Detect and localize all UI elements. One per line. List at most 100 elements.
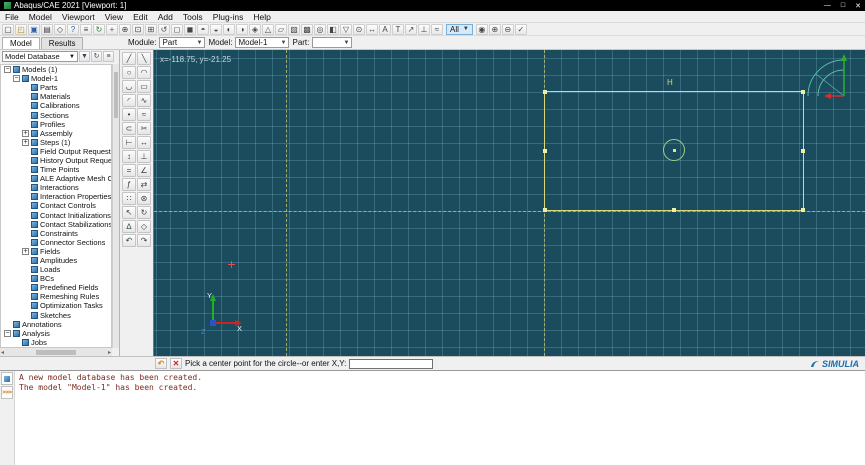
menu-item[interactable]: File	[0, 12, 24, 22]
menu-item[interactable]: Plug-ins	[208, 12, 249, 22]
tree-calibrations[interactable]: Calibrations	[1, 101, 111, 110]
tree-fields[interactable]: + Fields	[1, 247, 111, 256]
render-style-icon[interactable]: ◎	[314, 23, 326, 35]
scroll-left-icon[interactable]: ◂	[1, 349, 4, 356]
menu-item[interactable]: Edit	[128, 12, 153, 22]
tree-sections[interactable]: Sections	[1, 110, 111, 120]
midpoint-handle[interactable]	[672, 208, 676, 212]
color-code-icon[interactable]: ◧	[327, 23, 339, 35]
back-view-icon[interactable]: ◼	[184, 23, 196, 35]
trim-extend-tool[interactable]: ⊢	[122, 136, 136, 149]
arrow-annotation-icon[interactable]: ↗	[405, 23, 417, 35]
replace-displaygroup-icon[interactable]: ◉	[475, 23, 488, 35]
equal-constraint-tool[interactable]: =	[122, 164, 136, 177]
tree-expander[interactable]: +	[22, 138, 29, 146]
tree-expander[interactable]: −	[4, 329, 11, 337]
model-database-select[interactable]: Model Database ▼	[2, 51, 78, 62]
offset-tool[interactable]: ≈	[137, 108, 151, 121]
scroll-thumb[interactable]	[36, 349, 76, 355]
iso-view-icon[interactable]: ◈	[249, 23, 261, 35]
box-zoom-icon[interactable]: ⊡	[132, 23, 144, 35]
arc-center-ends-tool[interactable]: ◡	[122, 80, 136, 93]
scale-tool[interactable]: ∆	[122, 220, 136, 233]
menu-item[interactable]: Model	[24, 12, 57, 22]
part-select[interactable]: ▼	[312, 37, 353, 48]
midpoint-handle[interactable]	[543, 149, 547, 153]
point-tool[interactable]: •	[122, 108, 136, 121]
prompt-cancel-button[interactable]: ✕	[170, 358, 182, 369]
tree-expander[interactable]: −	[4, 66, 11, 74]
vertex-handle[interactable]	[801, 208, 805, 212]
tree-model-1[interactable]: − Model-1	[1, 74, 111, 83]
radial-pattern-tool[interactable]: ⊛	[137, 192, 151, 205]
rotate-view-icon[interactable]: ↻	[93, 23, 105, 35]
measure-icon[interactable]: ↔	[366, 23, 378, 35]
tab-model[interactable]: Model	[2, 37, 40, 49]
tree-horizontal-scrollbar[interactable]: ◂ ▸	[0, 348, 112, 356]
tree-predefined-fields[interactable]: Predefined Fields	[1, 283, 111, 292]
pan-view-icon[interactable]: +	[106, 23, 118, 35]
linear-pattern-tool[interactable]: ∷	[122, 192, 136, 205]
save-model-icon[interactable]: ▣	[28, 23, 40, 35]
tree-loads[interactable]: Loads	[1, 265, 111, 274]
tree-materials[interactable]: Materials	[1, 92, 111, 101]
intersect-displaygroup-icon[interactable]: ✓	[514, 23, 527, 35]
right-view-icon[interactable]: ◑	[236, 23, 248, 35]
fillet-tool[interactable]: ◜	[122, 94, 136, 107]
tree-analysis[interactable]: − Analysis	[1, 329, 111, 338]
tab-results[interactable]: Results	[40, 37, 84, 49]
circle-tool[interactable]: ○	[122, 66, 136, 79]
macro-manager-icon[interactable]: ≡	[80, 23, 92, 35]
annotation-icon[interactable]: A	[379, 23, 391, 35]
undo-tool[interactable]: ↶	[122, 234, 136, 247]
constraint-tool[interactable]: ⊥	[137, 150, 151, 163]
construction-line-tool[interactable]: ╲	[137, 52, 151, 65]
tree-refresh-icon[interactable]: ↻	[91, 51, 102, 62]
tree-contact-stabilizations[interactable]: Contact Stabilizations	[1, 220, 111, 229]
tree-assembly[interactable]: + Assembly	[1, 129, 111, 138]
module-select[interactable]: Part ▼	[159, 37, 206, 48]
menu-item[interactable]: View	[100, 12, 128, 22]
tree-annotations[interactable]: Annotations	[1, 320, 111, 329]
session-objects-icon[interactable]: ◇	[54, 23, 66, 35]
translate-tool[interactable]: ↖	[122, 206, 136, 219]
tree-profiles[interactable]: Profiles	[1, 120, 111, 129]
front-view-icon[interactable]: ◻	[171, 23, 183, 35]
command-line-tab[interactable]: >>>	[1, 386, 13, 399]
add-displaygroup-icon[interactable]: ⊕	[488, 23, 501, 35]
tree-history-output-requests[interactable]: History Output Requests	[1, 156, 111, 165]
tree-amplitudes[interactable]: Amplitudes	[1, 256, 111, 265]
dimension-tool[interactable]: ↔	[137, 136, 151, 149]
line-tool[interactable]: ╱	[122, 52, 136, 65]
left-view-icon[interactable]: ◐	[223, 23, 235, 35]
menu-item[interactable]: Viewport	[57, 12, 100, 22]
coordinate-system-icon[interactable]: ⊥	[418, 23, 430, 35]
tree-jobs[interactable]: Jobs	[1, 338, 111, 347]
magnify-view-icon[interactable]: ⊕	[119, 23, 131, 35]
auto-fit-icon[interactable]: ⊞	[145, 23, 157, 35]
tree-expander[interactable]: +	[22, 247, 29, 255]
tree-expander[interactable]: −	[13, 75, 20, 83]
angle-constraint-tool[interactable]: ∠	[137, 164, 151, 177]
tree-bcs[interactable]: BCs	[1, 274, 111, 283]
tree-expander[interactable]: +	[22, 129, 29, 137]
tree-ale-adaptive-mesh-constraints[interactable]: ALE Adaptive Mesh Constraint	[1, 174, 111, 183]
tree-interactions[interactable]: Interactions	[1, 183, 111, 192]
tree-interaction-properties[interactable]: Interaction Properties	[1, 192, 111, 201]
print-icon[interactable]: ▤	[41, 23, 53, 35]
rectangle-tool[interactable]: ▭	[137, 80, 151, 93]
menu-item[interactable]: Add	[153, 12, 178, 22]
tree-options-icon[interactable]: ≡	[103, 51, 114, 62]
auto-trim-tool[interactable]: ✂	[137, 122, 151, 135]
query-info-icon[interactable]: ?	[67, 23, 79, 35]
open-model-icon[interactable]: ◰	[15, 23, 27, 35]
drag-entities-tool[interactable]: ◇	[137, 220, 151, 233]
new-model-icon[interactable]: ▢	[2, 23, 14, 35]
edit-dimension-tool[interactable]: ↕	[122, 150, 136, 163]
close-button[interactable]: ✕	[855, 2, 861, 10]
spline-tool[interactable]: ∿	[137, 94, 151, 107]
tree-vertical-scrollbar[interactable]	[112, 64, 119, 348]
parameter-manager-tool[interactable]: ƒ	[122, 178, 136, 191]
menu-item[interactable]: Tools	[178, 12, 208, 22]
display-group-selector[interactable]: All ▼	[446, 23, 473, 35]
